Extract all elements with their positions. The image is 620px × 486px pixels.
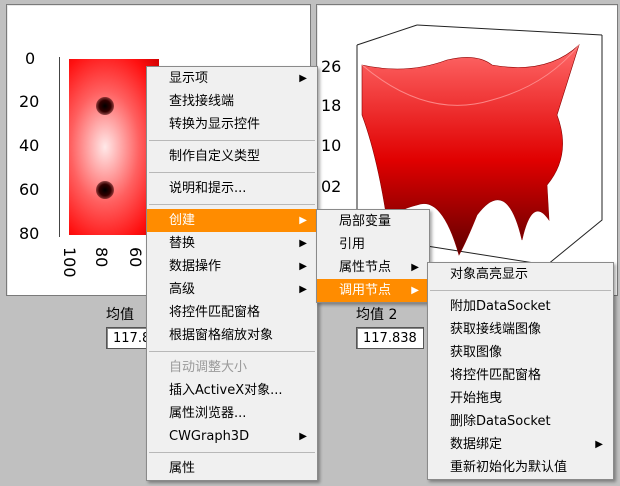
invoke-menu-item[interactable]: 获取图像 [428, 341, 613, 364]
menu-item-label: 局部变量 [339, 214, 392, 229]
create-submenu[interactable]: 局部变量引用属性节点 ▶ 调用节点 ▶ [316, 209, 430, 303]
menu-item-label: 属性节点 [339, 260, 392, 275]
invoke-menu-item[interactable]: 附加DataSocket [428, 295, 613, 318]
y-tick-label: 20 [19, 92, 40, 111]
z-tick-label: 10 [321, 136, 342, 155]
invoke-menu-item[interactable]: 重新初始化为默认值 [428, 456, 613, 479]
mean-label: 均值 [106, 307, 134, 323]
y-tick-label: 60 [19, 180, 40, 199]
invoke-menu-item[interactable]: 对象高亮显示 [428, 263, 613, 286]
submenu-arrow-icon: ▶ [411, 262, 419, 273]
menu-item-label: 根据窗格缩放对象 [169, 328, 274, 343]
menu-item-label: CWGraph3D [169, 429, 250, 444]
menu-item-label: 显示项 [169, 71, 209, 86]
submenu-arrow-icon: ▶ [595, 439, 603, 450]
menu-item-label: 附加DataSocket [450, 299, 551, 314]
y-axis-line [59, 57, 60, 237]
menu-separator [430, 290, 611, 291]
invoke-menu-item[interactable]: 将控件匹配窗格 [428, 364, 613, 387]
menu-item-label: 替换 [169, 236, 196, 251]
intensity-minimum-spot [96, 97, 114, 115]
menu-item-label: 对象高亮显示 [450, 267, 529, 282]
menu-separator [149, 351, 315, 352]
submenu-arrow-icon: ▶ [299, 284, 307, 295]
z-tick-label: 02 [321, 177, 342, 196]
submenu-arrow-icon: ▶ [299, 215, 307, 226]
context-menu-item[interactable]: CWGraph3D ▶ [147, 425, 317, 448]
submenu-arrow-icon: ▶ [299, 261, 307, 272]
invoke-node-submenu[interactable]: 对象高亮显示附加DataSocket 获取接线端图像 获取图像将控件匹配窗格 开始拖曳… [427, 262, 614, 480]
menu-item-label: 创建 [169, 213, 196, 228]
submenu-arrow-icon: ▶ [411, 285, 419, 296]
context-menu-item[interactable]: 属性浏览器... [147, 402, 317, 425]
invoke-menu-item[interactable]: 获取接线端图像 [428, 318, 613, 341]
menu-separator [149, 204, 315, 205]
submenu-arrow-icon: ▶ [299, 73, 307, 84]
menu-item-label: 自动调整大小 [169, 360, 248, 375]
menu-item-label: 高级 [169, 282, 196, 297]
mean-2-label: 均值 2 [356, 307, 398, 323]
menu-item-label: 属性 [169, 461, 196, 476]
menu-separator [149, 172, 315, 173]
menu-item-label: 开始拖曳 [450, 391, 503, 406]
menu-item-label: 查找接线端 [169, 94, 235, 109]
y-tick-label: 80 [19, 224, 40, 243]
x-tick-label: 80 [92, 247, 111, 268]
menu-item-label: 获取图像 [450, 345, 503, 360]
menu-item-label: 属性浏览器... [169, 406, 247, 421]
menu-item-label: 引用 [339, 237, 366, 252]
menu-item-label: 调用节点 [339, 283, 392, 298]
menu-separator [149, 452, 315, 453]
menu-item-label: 获取接线端图像 [450, 322, 542, 337]
context-menu-item[interactable]: 查找接线端 [147, 90, 317, 113]
menu-item-label: 将控件匹配窗格 [450, 368, 542, 383]
context-menu-item[interactable]: 根据窗格缩放对象 [147, 324, 317, 347]
menu-item-label: 数据绑定 [450, 437, 503, 452]
context-menu-item[interactable]: 属性 [147, 457, 317, 480]
context-menu-item[interactable]: 替换 ▶ [147, 232, 317, 255]
context-menu-item[interactable]: 数据操作 ▶ [147, 255, 317, 278]
y-tick-label: 40 [19, 136, 40, 155]
menu-item-label: 重新初始化为默认值 [450, 460, 568, 475]
y-tick-label: 0 [25, 49, 36, 68]
menu-item-label: 数据操作 [169, 259, 222, 274]
menu-item-label: 转换为显示控件 [169, 117, 261, 132]
create-menu-item[interactable]: 引用 [317, 233, 429, 256]
context-menu-item: 自动调整大小 [147, 356, 317, 379]
x-tick-label: 60 [126, 247, 145, 268]
menu-item-label: 插入ActiveX对象... [169, 383, 283, 398]
create-menu-item[interactable]: 调用节点 ▶ [317, 279, 429, 302]
submenu-arrow-icon: ▶ [299, 431, 307, 442]
x-tick-label: 100 [60, 247, 79, 278]
menu-item-label: 删除DataSocket [450, 414, 551, 429]
menu-separator [149, 140, 315, 141]
context-menu-item[interactable]: 说明和提示... [147, 177, 317, 200]
z-tick-label: 18 [321, 96, 342, 115]
context-menu[interactable]: 显示项 ▶ 查找接线端 转换为显示控件 制作自定义类型 说明和提示... 创建 ▶ 替换 ▶ 数据操… [146, 66, 318, 481]
mean-2-indicator[interactable]: 117.838 [356, 327, 424, 349]
invoke-menu-item[interactable]: 删除DataSocket [428, 410, 613, 433]
context-menu-item[interactable]: 创建 ▶ [147, 209, 317, 232]
invoke-menu-item[interactable]: 开始拖曳 [428, 387, 613, 410]
z-tick-label: 26 [321, 57, 342, 76]
create-menu-item[interactable]: 局部变量 [317, 210, 429, 233]
intensity-minimum-spot [96, 181, 114, 199]
menu-item-label: 说明和提示... [169, 181, 247, 196]
submenu-arrow-icon: ▶ [299, 238, 307, 249]
context-menu-item[interactable]: 制作自定义类型 [147, 145, 317, 168]
invoke-menu-item[interactable]: 数据绑定 ▶ [428, 433, 613, 456]
context-menu-item[interactable]: 将控件匹配窗格 [147, 301, 317, 324]
menu-item-label: 将控件匹配窗格 [169, 305, 261, 320]
context-menu-item[interactable]: 显示项 ▶ [147, 67, 317, 90]
create-menu-item[interactable]: 属性节点 ▶ [317, 256, 429, 279]
menu-item-label: 制作自定义类型 [169, 149, 261, 164]
context-menu-item[interactable]: 插入ActiveX对象... [147, 379, 317, 402]
context-menu-item[interactable]: 转换为显示控件 [147, 113, 317, 136]
context-menu-item[interactable]: 高级 ▶ [147, 278, 317, 301]
